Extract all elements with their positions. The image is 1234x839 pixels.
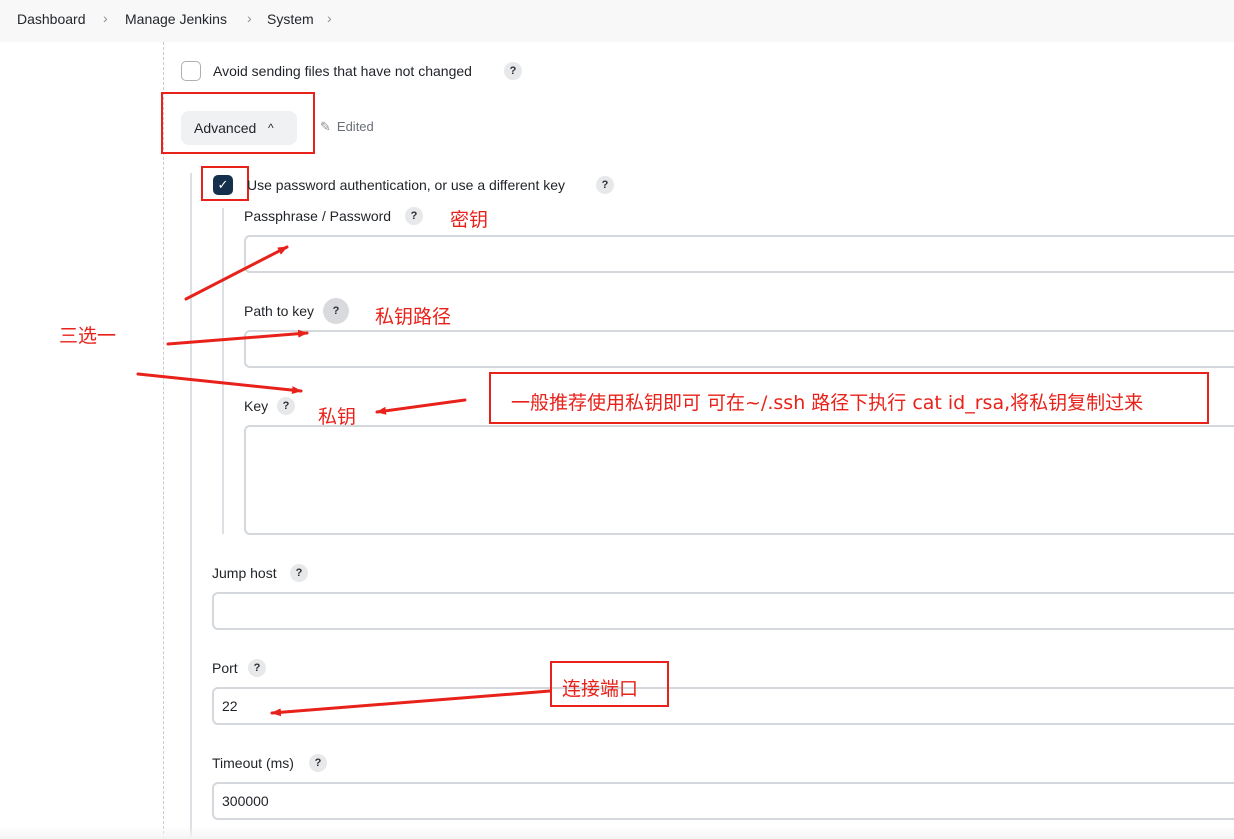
arrow-to-path-to-key [166, 329, 309, 346]
arrow-to-passphrase [184, 245, 289, 301]
arrow-to-port [270, 689, 552, 717]
annotation-arrows [136, 245, 552, 717]
arrow-recommend-to-key [375, 398, 467, 415]
arrow-to-key [136, 372, 303, 395]
